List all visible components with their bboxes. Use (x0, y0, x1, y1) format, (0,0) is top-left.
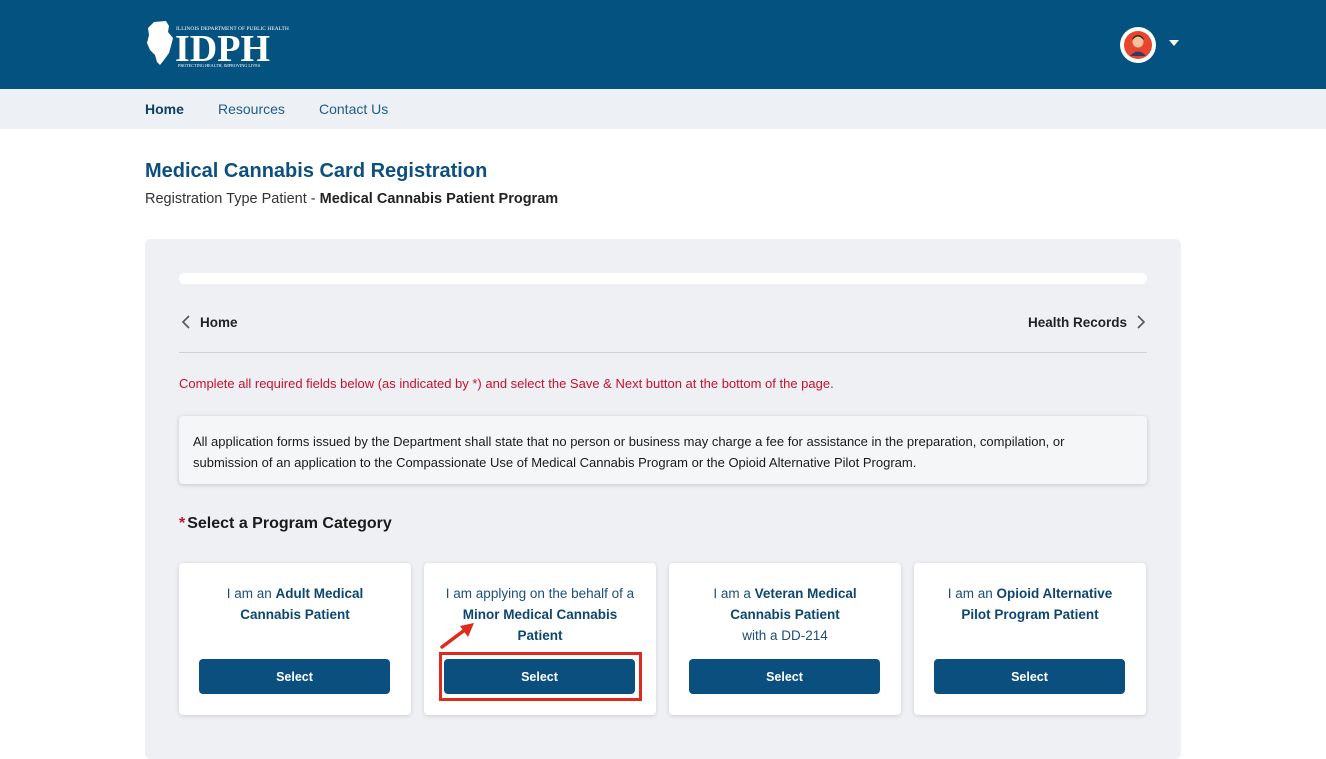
card-text-pre: I am a (713, 586, 755, 601)
program-card-adult: I am an Adult Medical Cannabis Patient S… (179, 563, 411, 715)
previous-step-label: Home (200, 314, 238, 330)
nav-contact-link[interactable]: Contact Us (319, 101, 388, 117)
card-text-post: with a DD-214 (742, 628, 828, 643)
card-text-pre: I am an (947, 586, 997, 601)
chevron-right-icon (1137, 315, 1146, 329)
subtitle-program: Medical Cannabis Patient Program (319, 191, 559, 207)
fee-notice: All application forms issued by the Depa… (179, 416, 1147, 484)
card-description: I am a Veteran Medical Cannabis Patient … (705, 583, 865, 646)
subtitle-prefix: Registration Type Patient - (145, 191, 320, 207)
idph-logo[interactable]: ILLINOIS DEPARTMENT OF PUBLIC HEALTH IDP… (144, 18, 294, 70)
annotation-arrow-icon (440, 623, 474, 649)
site-header: ILLINOIS DEPARTMENT OF PUBLIC HEALTH IDP… (0, 0, 1326, 89)
card-text-pre: I am an (226, 586, 276, 601)
card-description: I am an Opioid Alternative Pilot Program… (942, 583, 1118, 625)
card-description: I am an Adult Medical Cannabis Patient (215, 583, 375, 625)
caret-down-icon[interactable] (1169, 40, 1179, 46)
registration-subtitle: Registration Type Patient - Medical Cann… (145, 191, 558, 207)
main-navigation (0, 89, 1326, 129)
select-opioid-button[interactable]: Select (934, 659, 1125, 694)
page-title: Medical Cannabis Card Registration (145, 160, 488, 182)
progress-bar (179, 273, 1147, 284)
program-card-veteran: I am a Veteran Medical Cannabis Patient … (669, 563, 901, 715)
card-text-pre: I am applying on the behalf of a (445, 586, 635, 601)
next-step-label: Health Records (1027, 314, 1127, 330)
nav-resources-link[interactable]: Resources (218, 101, 285, 117)
program-category-heading: * Select a Program Category (179, 515, 392, 533)
nav-home-link[interactable]: Home (145, 101, 184, 117)
chevron-left-icon (181, 315, 190, 329)
divider (179, 352, 1147, 353)
program-category-title: Select a Program Category (187, 515, 392, 532)
select-adult-button[interactable]: Select (199, 659, 390, 694)
illinois-map-icon: ILLINOIS DEPARTMENT OF PUBLIC HEALTH IDP… (147, 21, 289, 70)
card-text-bold: Minor Medical Cannabis Patient (462, 607, 618, 643)
select-veteran-button[interactable]: Select (689, 659, 880, 694)
annotation-highlight-box (439, 652, 642, 701)
program-card-opioid: I am an Opioid Alternative Pilot Program… (914, 563, 1146, 715)
user-avatar-icon[interactable] (1120, 27, 1156, 63)
required-fields-note: Complete all required fields below (as i… (179, 376, 834, 391)
required-asterisk: * (179, 515, 186, 532)
previous-step-link[interactable]: Home (180, 312, 238, 332)
next-step-link[interactable]: Health Records (1028, 312, 1147, 332)
